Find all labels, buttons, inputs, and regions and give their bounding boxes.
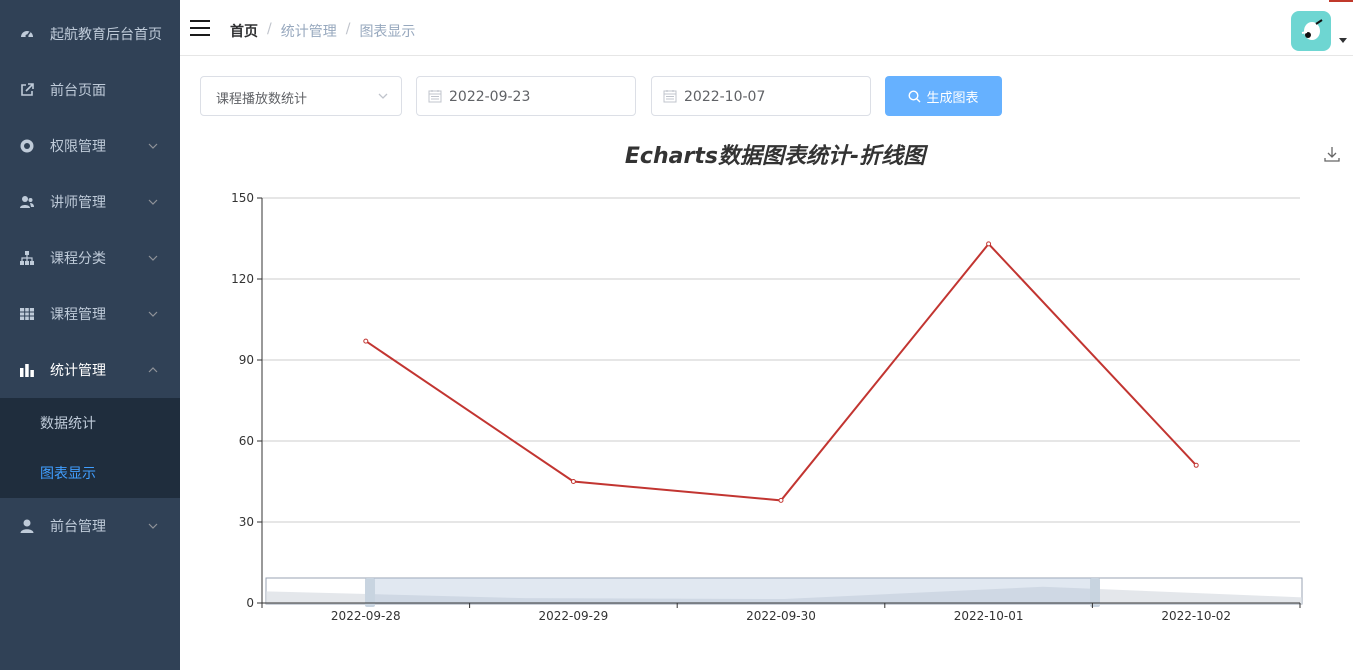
y-tick-label: 30	[239, 515, 254, 529]
breadcrumb: 首页 / 统计管理 / 图表显示	[230, 21, 415, 41]
x-tick-label: 2022-09-30	[746, 609, 816, 623]
breadcrumb-statistics: 统计管理	[280, 24, 337, 40]
x-tick-label: 2022-10-02	[1161, 609, 1231, 623]
breadcrumb-chart-display: 图表显示	[359, 24, 416, 40]
search-icon	[908, 89, 921, 103]
sidebar-item-dashboard[interactable]: 起航教育后台首页	[0, 6, 180, 62]
sidebar-item-teachers[interactable]: 讲师管理	[0, 174, 180, 230]
sidebar-item-label: 权限管理	[50, 139, 106, 155]
external-link-icon	[18, 81, 36, 99]
datazoom-selected-range	[370, 578, 1095, 604]
breadcrumb-separator: /	[345, 21, 351, 37]
user-group-icon	[18, 193, 36, 211]
start-date-picker[interactable]	[416, 76, 636, 117]
generate-chart-button[interactable]: 生成图表	[885, 76, 1002, 116]
calendar-icon	[663, 90, 677, 103]
sidebar-item-label: 起航教育后台首页	[50, 27, 162, 43]
grid-icon	[18, 305, 36, 323]
datazoom-frame	[265, 577, 1303, 605]
sidebar-subitem-chart-display[interactable]: 图表显示	[0, 448, 180, 498]
generate-chart-button-label: 生成图表	[926, 89, 979, 105]
bar-chart-icon	[18, 361, 36, 379]
sidebar-item-label: 前台管理	[50, 519, 106, 535]
sidebar-item-frontend-management[interactable]: 前台管理	[0, 498, 180, 554]
chevron-up-icon	[148, 367, 158, 373]
chevron-down-icon	[378, 93, 388, 99]
tree-icon	[18, 249, 36, 267]
breadcrumb-home[interactable]: 首页	[230, 21, 258, 41]
stat-type-select[interactable]: 课程播放数统计	[200, 76, 402, 116]
y-tick-label: 120	[231, 272, 254, 286]
sidebar-item-label: 讲师管理	[50, 195, 106, 211]
sidebar-item-label: 课程管理	[50, 307, 106, 323]
end-date-picker[interactable]	[651, 76, 871, 117]
lifebuoy-icon	[18, 137, 36, 155]
chevron-down-icon	[148, 143, 158, 149]
y-tick-label: 90	[239, 353, 254, 367]
chevron-down-icon	[148, 199, 158, 205]
x-tick-label: 2022-09-29	[539, 609, 609, 623]
data-point	[778, 497, 784, 503]
dashboard-icon	[18, 25, 36, 43]
sidebar-item-label: 课程分类	[50, 251, 106, 267]
sidebar-item-course-management[interactable]: 课程管理	[0, 286, 180, 342]
avatar-dropdown-caret-icon[interactable]	[1339, 38, 1347, 43]
sidebar-item-label: 前台页面	[50, 83, 106, 99]
breadcrumb-separator: /	[267, 21, 272, 37]
sidebar-item-permissions[interactable]: 权限管理	[0, 118, 180, 174]
y-tick-label: 150	[231, 191, 254, 205]
sidebar-item-course-category[interactable]: 课程分类	[0, 230, 180, 286]
end-date-input[interactable]	[682, 77, 836, 117]
data-point	[1193, 462, 1199, 468]
y-tick-label: 0	[246, 596, 254, 610]
top-accent-line	[1329, 0, 1353, 2]
sidebar-item-label: 统计管理	[50, 363, 106, 379]
calendar-icon	[428, 90, 442, 103]
chevron-down-icon	[148, 523, 158, 529]
data-point	[570, 479, 576, 484]
data-point	[363, 338, 369, 344]
chevron-down-icon	[148, 255, 158, 261]
x-tick-label: 2022-09-28	[331, 609, 401, 623]
statistics-submenu: 数据统计 图表显示	[0, 398, 180, 498]
y-tick-label: 60	[239, 434, 254, 448]
datazoom-handle-right	[1090, 578, 1100, 607]
series-line	[365, 242, 1197, 502]
sidebar-subitem-data-stats[interactable]: 数据统计	[0, 398, 180, 448]
chart-title: Echarts数据图表统计-折线图	[624, 144, 926, 169]
datazoom-preview-area	[266, 586, 1302, 604]
sidebar-item-statistics[interactable]: 统计管理	[0, 342, 180, 398]
sidebar-item-frontend-page[interactable]: 前台页面	[0, 62, 180, 118]
hamburger-menu-icon[interactable]	[190, 20, 210, 36]
start-date-input[interactable]	[447, 77, 601, 117]
stat-type-select-value: 课程播放数统计	[216, 92, 308, 107]
user-icon	[18, 517, 36, 535]
navbar: 首页 / 统计管理 / 图表显示	[180, 0, 1353, 56]
x-tick-label: 2022-10-01	[954, 609, 1024, 623]
sidebar: 起航教育后台首页 前台页面 权限管理 讲师管理 课程分类 课程管理 统计管理 数…	[0, 0, 180, 670]
download-icon[interactable]	[1323, 145, 1341, 163]
chevron-down-icon	[148, 311, 158, 317]
data-point	[986, 241, 992, 247]
avatar[interactable]	[1291, 11, 1331, 51]
datazoom-handle-left	[365, 578, 375, 607]
